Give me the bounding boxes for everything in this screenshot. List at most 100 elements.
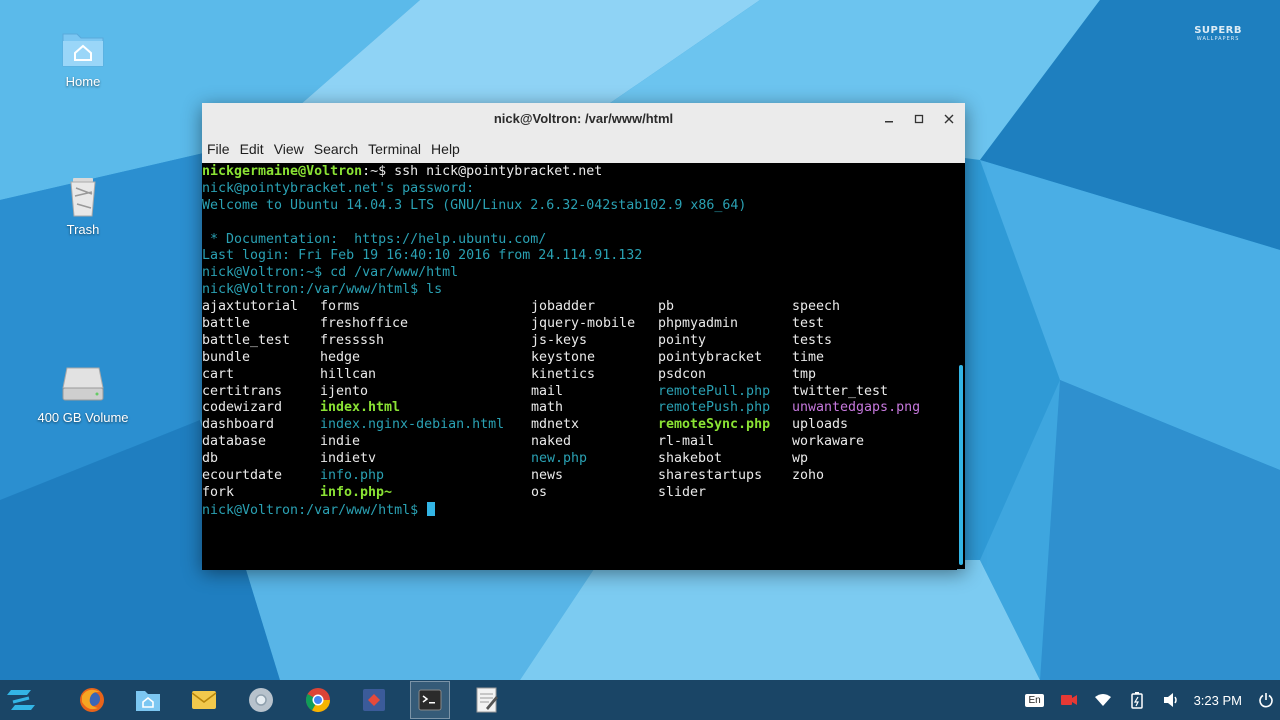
menu-help[interactable]: Help: [426, 135, 465, 163]
taskbar-chromium[interactable]: [244, 683, 278, 717]
wallpaper-watermark: SUPERB WALLPAPERS: [1194, 25, 1242, 43]
wifi-icon: [1094, 694, 1111, 706]
app-icon: [363, 689, 385, 711]
ls-row: codewizard index.html math remotePush.php un…: [202, 400, 957, 417]
ls-entry: indietv: [320, 451, 377, 467]
ls-entry: kinetics: [531, 366, 596, 382]
desktop-icon-label: 400 GB Volume: [37, 410, 129, 425]
taskbar-zorin-menu[interactable]: [4, 683, 38, 717]
clock[interactable]: 3:23 PM: [1188, 693, 1252, 708]
ls-row: ecourtdate info.php news sharestartups zoho: [202, 468, 957, 485]
ls-entry: naked: [531, 434, 572, 450]
terminal-line: Welcome to Ubuntu 14.04.3 LTS (GNU/Linux…: [202, 197, 747, 213]
minimize-icon: [885, 121, 893, 123]
ls-entry: certitrans: [202, 383, 283, 399]
window-titlebar[interactable]: nick@Voltron: /var/www/html: [202, 103, 965, 135]
ls-entry: math: [531, 400, 564, 416]
taskbar-chrome[interactable]: [301, 683, 335, 717]
battery-tray[interactable]: [1120, 680, 1154, 720]
ls-entry: mdnetx: [531, 417, 580, 433]
wifi-tray[interactable]: [1086, 680, 1120, 720]
desktop-icon-label: Home: [65, 74, 101, 89]
taskbar-app[interactable]: [357, 683, 391, 717]
desktop-icon-label: Trash: [66, 222, 100, 237]
ls-entry: psdcon: [658, 366, 707, 382]
ls-entry: os: [531, 484, 548, 500]
ls-entry: unwantedgaps.png: [792, 400, 921, 416]
drive-icon: [59, 360, 107, 408]
ls-entry: shakebot: [658, 451, 723, 467]
terminal-line: nick@Voltron:~$ cd /var/www/html: [202, 265, 459, 281]
power-icon: [1259, 693, 1273, 708]
ls-entry: sharestartups: [658, 468, 763, 484]
menu-view[interactable]: View: [269, 135, 309, 163]
ls-entry: bundle: [202, 349, 251, 365]
ls-entry: dashboard: [202, 417, 275, 433]
ls-row: database indie naked rl-mail workaware: [202, 434, 957, 451]
ls-entry: forms: [320, 299, 361, 315]
keyboard-layout-indicator[interactable]: En: [1018, 680, 1052, 720]
close-button[interactable]: [939, 109, 959, 129]
ls-entry: zoho: [792, 468, 825, 484]
ls-entry: wp: [792, 451, 809, 467]
text-editor-icon: [476, 687, 498, 713]
terminal-line: Last login: Fri Feb 19 16:40:10 2016 fro…: [202, 248, 643, 264]
window-title: nick@Voltron: /var/www/html: [493, 111, 674, 126]
terminal-icon: [418, 689, 442, 711]
ls-entry: info.php~: [320, 484, 393, 500]
minimize-button[interactable]: [879, 109, 899, 129]
ls-row: cart hillcan kinetics psdcon tmp: [202, 367, 957, 384]
video-camera-icon: [1060, 695, 1077, 705]
desktop-icon-trash[interactable]: Trash: [33, 172, 133, 237]
battery-icon: [1130, 692, 1143, 709]
ls-entry: tmp: [792, 366, 817, 382]
firefox-icon: [80, 688, 104, 712]
terminal-window[interactable]: nick@Voltron: /var/www/html File Edit Vi…: [202, 103, 965, 570]
terminal-output[interactable]: nickgermaine@Voltron:~$ ssh nick@pointyb…: [202, 163, 957, 570]
terminal-prompt-line: nick@Voltron:/var/www/html$: [202, 501, 957, 519]
ls-entry: uploads: [792, 417, 849, 433]
ls-entry: ecourtdate: [202, 468, 283, 484]
taskbar-mail[interactable]: [187, 683, 221, 717]
ls-entry: phpmyadmin: [658, 316, 739, 332]
ls-entry: js-keys: [531, 332, 588, 348]
menu-terminal[interactable]: Terminal: [363, 135, 426, 163]
menu-search[interactable]: Search: [309, 135, 363, 163]
power-button[interactable]: [1252, 680, 1280, 720]
ls-entry: pointybracket: [658, 349, 763, 365]
ls-entry: db: [202, 451, 219, 467]
taskbar-terminal[interactable]: [410, 681, 450, 719]
ls-entry: ijento: [320, 383, 369, 399]
screen-recorder-tray[interactable]: [1052, 680, 1086, 720]
home-folder-icon: [59, 24, 107, 72]
ls-entry: index.nginx-debian.html: [320, 417, 505, 433]
desktop-icon-home[interactable]: Home: [33, 24, 133, 89]
system-tray: En 3:23 PM: [1018, 680, 1280, 720]
ls-entry: indie: [320, 434, 361, 450]
chrome-icon: [305, 688, 330, 713]
terminal-scrollbar[interactable]: [959, 365, 963, 565]
ls-entry: jobadder: [531, 299, 596, 315]
menu-file[interactable]: File: [202, 135, 235, 163]
ls-row: battle freshoffice jquery-mobile phpmyadmin…: [202, 316, 957, 333]
ls-entry: news: [531, 468, 564, 484]
ls-entry: twitter_test: [792, 383, 889, 399]
ls-entry: hedge: [320, 349, 361, 365]
ls-row: certitrans ijento mail remotePull.php twitte…: [202, 384, 957, 401]
volume-tray[interactable]: [1154, 680, 1188, 720]
maximize-icon: [914, 114, 924, 124]
menu-edit[interactable]: Edit: [235, 135, 269, 163]
mail-icon: [191, 691, 217, 709]
desktop-icon-volume[interactable]: 400 GB Volume: [33, 360, 133, 425]
ls-entry: rl-mail: [658, 434, 715, 450]
ls-entry: workaware: [792, 434, 865, 450]
taskbar-files[interactable]: [131, 683, 165, 717]
menu-bar: File Edit View Search Terminal Help: [202, 135, 965, 163]
ls-entry: cart: [202, 366, 235, 382]
maximize-button[interactable]: [909, 109, 929, 129]
ls-entry: time: [792, 349, 825, 365]
taskbar: En 3:23 PM: [0, 680, 1280, 720]
taskbar-text-editor[interactable]: [470, 683, 504, 717]
taskbar-firefox[interactable]: [75, 683, 109, 717]
